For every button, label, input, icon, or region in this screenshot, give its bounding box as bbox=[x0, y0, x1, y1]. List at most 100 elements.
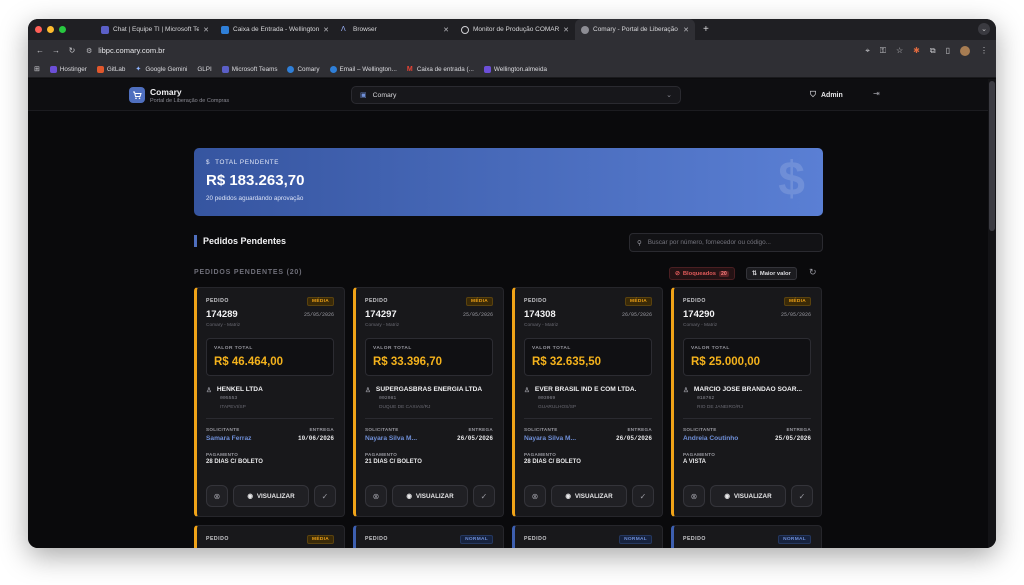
logout-icon[interactable]: ⇥ bbox=[873, 89, 880, 98]
search-input[interactable]: ⚲ Buscar por número, fornecedor ou códig… bbox=[629, 233, 823, 252]
browser-tab[interactable]: Monitor de Produção COMAR ✕ bbox=[455, 19, 575, 40]
order-number: 174297 bbox=[365, 309, 397, 320]
profile-avatar[interactable] bbox=[960, 45, 970, 56]
user-icon: ♙ bbox=[365, 387, 371, 394]
priority-badge: MÉDIA bbox=[307, 297, 334, 306]
value-label: VALOR TOTAL bbox=[532, 346, 571, 351]
browser-tab[interactable]: Λ Browser ✕ bbox=[335, 19, 455, 40]
bookmark-item[interactable]: Hostinger bbox=[49, 65, 87, 73]
gitlab-icon bbox=[96, 65, 104, 73]
dollar-watermark-icon: $ bbox=[778, 153, 805, 206]
extension-icon[interactable]: ✱ bbox=[913, 46, 920, 55]
order-value: R$ 33.396,70 bbox=[373, 356, 443, 368]
reject-button[interactable]: ⊗ bbox=[365, 485, 387, 507]
browser-tab-active[interactable]: Comary - Portal de Liberação ✕ bbox=[575, 19, 695, 40]
bookmark-item[interactable]: GLPI bbox=[197, 66, 211, 73]
sort-icon: ⇅ bbox=[752, 270, 757, 277]
order-card[interactable]: PEDIDOMÉDIA17429626/05/2026Comary - Matr… bbox=[194, 525, 345, 548]
ban-icon: ⊘ bbox=[675, 270, 680, 277]
view-button[interactable]: ◉ VISUALIZAR bbox=[392, 485, 468, 507]
menu-icon[interactable]: ⋮ bbox=[980, 46, 988, 55]
scrollbar-thumb[interactable] bbox=[989, 81, 995, 231]
browser-tab[interactable]: Caixa de Entrada - Wellington ✕ bbox=[215, 19, 335, 40]
blocked-filter-button[interactable]: ⊘ Bloqueados 20 bbox=[669, 267, 735, 280]
close-tab-icon[interactable]: ✕ bbox=[563, 26, 569, 34]
order-date: 25/05/2026 bbox=[462, 312, 493, 318]
supplier-code: 005553 bbox=[220, 396, 238, 401]
bookmark-item[interactable]: GitLab bbox=[96, 65, 125, 73]
approve-button[interactable]: ✓ bbox=[473, 485, 495, 507]
order-card[interactable]: PEDIDONORMAL17430126/05/2026Comary - Mat… bbox=[671, 525, 822, 548]
zoom-window-button[interactable] bbox=[59, 26, 66, 33]
app-logo[interactable] bbox=[129, 87, 145, 103]
close-tab-icon[interactable]: ✕ bbox=[323, 26, 329, 34]
bookmark-item[interactable]: Wellington.almeida bbox=[483, 65, 547, 73]
reject-button[interactable]: ⊗ bbox=[524, 485, 546, 507]
reload-icon[interactable]: ↻ bbox=[64, 46, 80, 55]
order-card[interactable]: PEDIDO MÉDIA 174289 25/05/2026 Comary - Matr… bbox=[194, 287, 345, 517]
order-card[interactable]: PEDIDO MÉDIA 174297 25/05/2026 Comary - Matr… bbox=[353, 287, 504, 517]
bookmark-item[interactable]: Comary bbox=[287, 65, 320, 73]
page-scrollbar[interactable] bbox=[988, 79, 996, 548]
order-value-box: VALOR TOTAL R$ 33.396,70 bbox=[365, 338, 493, 376]
approve-button[interactable]: ✓ bbox=[632, 485, 654, 507]
refresh-icon[interactable]: ↻ bbox=[809, 267, 817, 278]
supplier-city: ITAPEVI/SP bbox=[220, 405, 246, 410]
card-divider bbox=[683, 418, 811, 419]
puzzle-icon[interactable]: ⧉ bbox=[930, 46, 936, 56]
key-icon[interactable]: ⚿ bbox=[880, 46, 886, 56]
order-card[interactable]: PEDIDO MÉDIA 174308 26/05/2026 Comary - Matr… bbox=[512, 287, 663, 517]
sort-button[interactable]: ⇅ Maior valor bbox=[746, 267, 797, 280]
approve-button[interactable]: ✓ bbox=[791, 485, 813, 507]
new-tab-button[interactable]: + bbox=[703, 24, 709, 35]
browser-window: Chat | Equipe TI | Microsoft Te ✕ Caixa … bbox=[28, 19, 996, 548]
view-button[interactable]: ◉ VISUALIZAR bbox=[710, 485, 786, 507]
requester-label: SOLICITANTE bbox=[365, 427, 399, 432]
apps-grid-icon[interactable]: ⊞ bbox=[34, 65, 40, 73]
user-menu[interactable]: ⛉ Admin bbox=[810, 90, 843, 100]
reject-button[interactable]: ⊗ bbox=[683, 485, 705, 507]
bookmark-star-icon[interactable]: ☆ bbox=[896, 46, 903, 55]
order-card[interactable]: PEDIDO MÉDIA 174290 25/05/2026 Comary - Matr… bbox=[671, 287, 822, 517]
approve-button[interactable]: ✓ bbox=[314, 485, 336, 507]
bookmark-item[interactable]: ✦ Google Gemini bbox=[135, 66, 187, 73]
order-card[interactable]: PEDIDONORMAL17430426/05/2026Comary - Mat… bbox=[353, 525, 504, 548]
browser-tab[interactable]: Chat | Equipe TI | Microsoft Te ✕ bbox=[95, 19, 215, 40]
close-window-button[interactable] bbox=[35, 26, 42, 33]
requester-label: SOLICITANTE bbox=[524, 427, 558, 432]
supplier-code: 018762 bbox=[697, 396, 715, 401]
forward-icon[interactable]: → bbox=[48, 46, 64, 55]
location-icon[interactable]: ⌖ bbox=[865, 46, 870, 56]
order-number: 174296 bbox=[206, 547, 238, 548]
sidebar-icon[interactable]: ▯ bbox=[946, 46, 950, 55]
card-actions: ⊗ ◉ VISUALIZAR ✓ bbox=[683, 485, 813, 507]
order-label: PEDIDO bbox=[683, 298, 706, 304]
view-button[interactable]: ◉ VISUALIZAR bbox=[233, 485, 309, 507]
back-icon[interactable]: ← bbox=[32, 46, 48, 55]
address-bar[interactable]: ⚙ libpc.comary.com.br bbox=[86, 46, 165, 55]
card-actions: ⊗ ◉ VISUALIZAR ✓ bbox=[365, 485, 495, 507]
eye-icon: ◉ bbox=[247, 492, 253, 500]
minimize-window-button[interactable] bbox=[47, 26, 54, 33]
company-select[interactable]: ▣ Comary ⌄ bbox=[351, 86, 681, 104]
priority-badge: MÉDIA bbox=[466, 297, 493, 306]
bookmark-item[interactable]: Microsoft Teams bbox=[221, 65, 277, 73]
payment-label: PAGAMENTO bbox=[683, 452, 716, 457]
payment-label: PAGAMENTO bbox=[524, 452, 557, 457]
tab-search-icon[interactable]: ⌄ bbox=[978, 23, 990, 35]
order-date: 25/05/2026 bbox=[780, 312, 811, 318]
reject-button[interactable]: ⊗ bbox=[206, 485, 228, 507]
close-tab-icon[interactable]: ✕ bbox=[443, 26, 449, 34]
view-button[interactable]: ◉ VISUALIZAR bbox=[551, 485, 627, 507]
close-tab-icon[interactable]: ✕ bbox=[203, 26, 209, 34]
bookmark-item[interactable]: M Caixa de entrada (... bbox=[407, 66, 474, 73]
supplier-name: MARCIO JOSE BRANDAO SOAR... bbox=[693, 386, 802, 393]
order-company: Comary - Matriz bbox=[524, 323, 559, 328]
close-tab-icon[interactable]: ✕ bbox=[683, 26, 689, 34]
bookmark-item[interactable]: Email – Wellington... bbox=[329, 65, 397, 73]
order-label: PEDIDO bbox=[365, 536, 388, 542]
check-circle-icon: ✓ bbox=[321, 491, 329, 501]
site-info-icon[interactable]: ⚙ bbox=[86, 47, 92, 55]
email-icon bbox=[329, 65, 337, 73]
order-card[interactable]: PEDIDONORMAL17428825/05/2026Comary - Mat… bbox=[512, 525, 663, 548]
